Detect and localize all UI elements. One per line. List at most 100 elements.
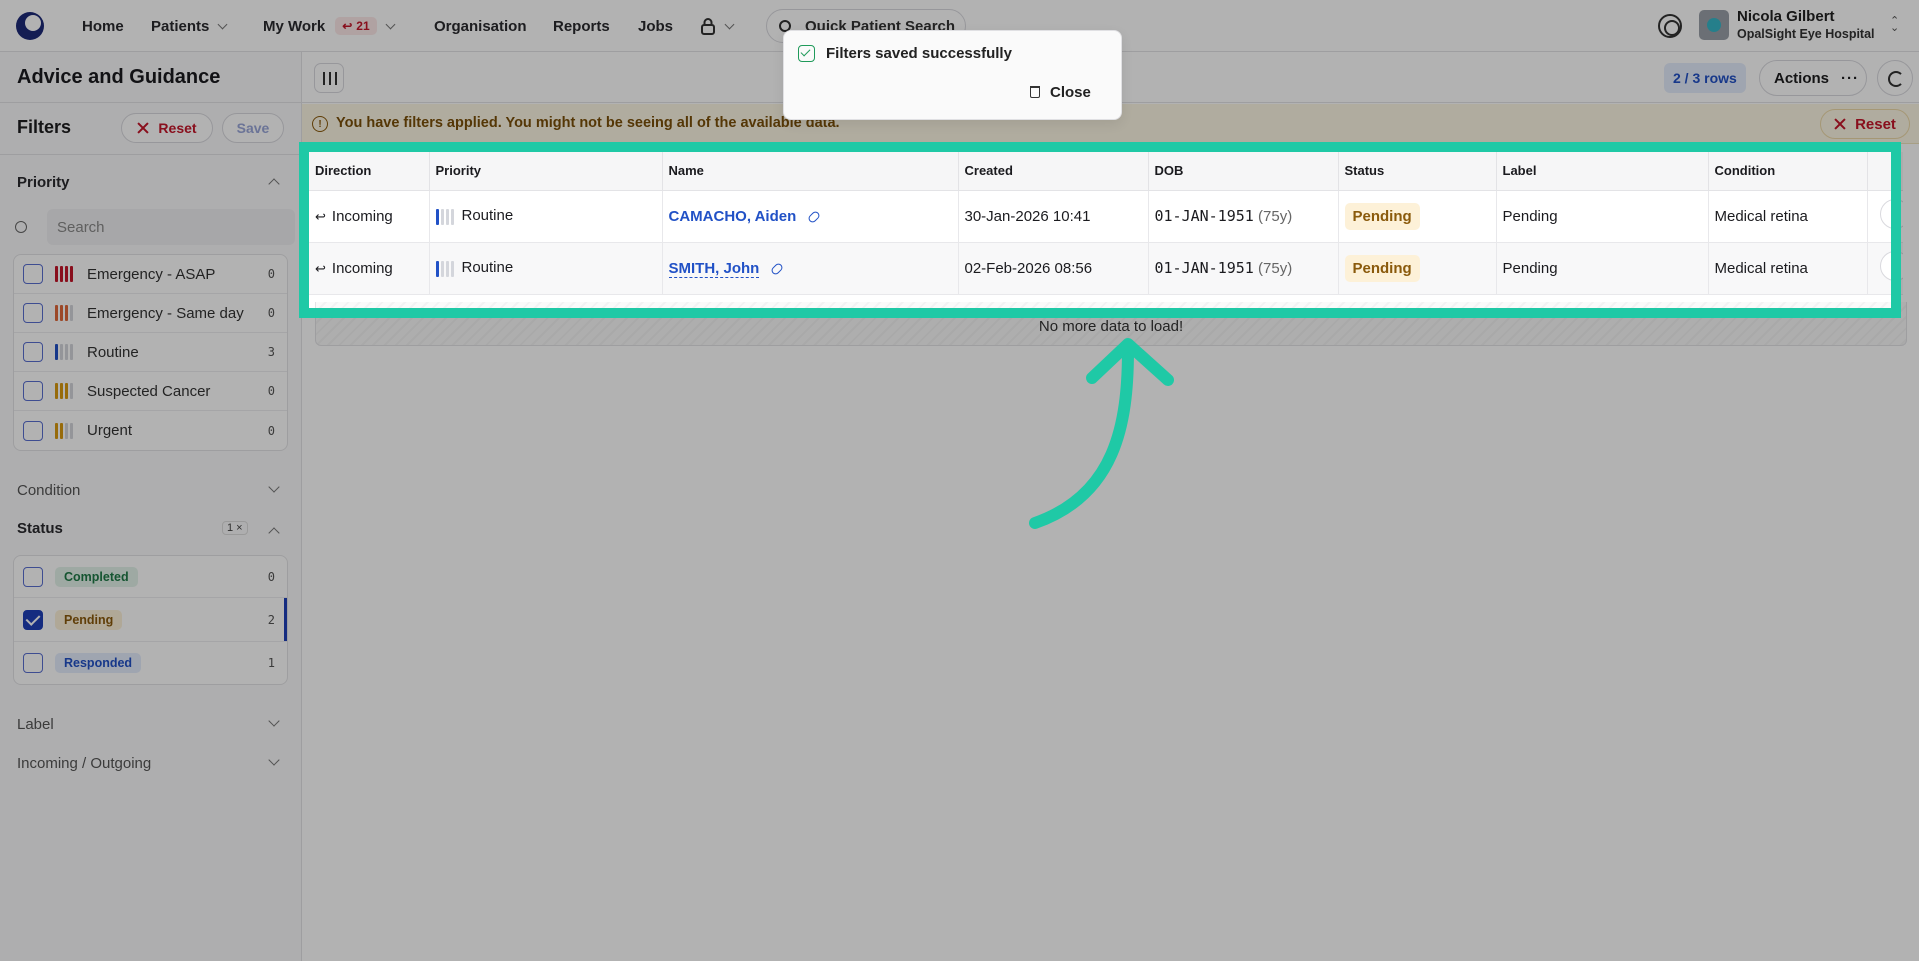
checkbox[interactable] — [23, 420, 43, 441]
row-action-button[interactable] — [1879, 199, 1903, 229]
nav-organisation[interactable]: Organisation — [434, 0, 527, 52]
checkbox[interactable] — [23, 264, 43, 284]
chevron-down-icon[interactable] — [268, 481, 280, 493]
success-toast: Filters saved successfully Close — [783, 30, 1122, 120]
incoming-arrow-icon: ↩ — [342, 19, 353, 33]
nav-my-work-label: My Work — [263, 17, 326, 35]
column-header-label[interactable]: Label — [1496, 152, 1709, 191]
warning-reset-button[interactable]: Reset — [1820, 109, 1910, 139]
filters-save-button[interactable]: Save — [222, 113, 284, 143]
dim-overlay — [1901, 142, 1919, 318]
label-section-title[interactable]: Label — [17, 716, 54, 733]
chevron-down-icon[interactable] — [268, 754, 280, 766]
divider — [0, 154, 302, 155]
cell-name: CAMACHO, Aiden — [662, 190, 959, 243]
link-icon[interactable] — [807, 209, 822, 224]
priority-bars-icon — [55, 305, 73, 321]
condition-section-title[interactable]: Condition — [17, 482, 80, 499]
user-organisation[interactable]: OpalSight Eye Hospital — [1737, 27, 1875, 41]
column-header-condition[interactable]: Condition — [1708, 152, 1868, 191]
priority-option-urgent[interactable]: Urgent 0 — [14, 411, 287, 450]
column-header-direction[interactable]: Direction — [309, 152, 430, 191]
chevron-up-icon[interactable] — [268, 527, 280, 539]
nav-patients[interactable]: Patients — [151, 0, 228, 52]
annotation-arrow-icon — [1029, 338, 1174, 529]
checkbox[interactable] — [23, 342, 43, 362]
nav-home[interactable]: Home — [82, 0, 124, 52]
chevron-down-icon[interactable] — [268, 715, 280, 727]
column-header-created[interactable]: Created — [958, 152, 1149, 191]
warning-text: You have filters applied. You might not … — [336, 115, 840, 131]
incoming-outgoing-section-title[interactable]: Incoming / Outgoing — [17, 755, 151, 772]
lock-menu-button[interactable] — [700, 0, 735, 52]
cell-label: Pending — [1496, 190, 1709, 243]
chevron-down-icon — [724, 19, 735, 29]
status-active-count-badge[interactable]: 1 × — [222, 521, 248, 535]
filters-reset-button[interactable]: Reset — [121, 113, 213, 143]
priority-option-routine[interactable]: Routine 3 — [14, 333, 287, 372]
status-badge: Pending — [1344, 202, 1420, 230]
link-icon[interactable] — [770, 261, 785, 276]
status-badge: Pending — [1344, 254, 1420, 282]
chevron-up-icon[interactable] — [268, 178, 280, 190]
row-action-button[interactable] — [1879, 251, 1903, 281]
trash-icon — [1030, 86, 1040, 98]
column-header-status[interactable]: Status — [1338, 152, 1497, 191]
priority-option-suspected-cancer[interactable]: Suspected Cancer 0 — [14, 372, 287, 411]
incoming-arrow-icon: ↩ — [315, 208, 326, 224]
nav-reports-label: Reports — [553, 17, 610, 35]
priority-bars-icon — [55, 266, 73, 282]
patient-name-link[interactable]: SMITH, John — [668, 259, 760, 278]
checkbox[interactable] — [23, 653, 43, 673]
status-section-title[interactable]: Status — [17, 520, 63, 537]
column-header-name[interactable]: Name — [662, 152, 959, 191]
priority-bars-icon — [55, 383, 73, 399]
column-settings-icon[interactable] — [314, 63, 344, 93]
checkbox[interactable] — [23, 381, 43, 401]
priority-bars-icon — [55, 422, 73, 439]
priority-search-input[interactable]: Search — [47, 209, 295, 245]
checkbox[interactable] — [23, 303, 43, 323]
priority-section-title[interactable]: Priority — [17, 174, 70, 191]
toast-message: Filters saved successfully — [826, 45, 1012, 62]
nav-reports[interactable]: Reports — [553, 0, 610, 52]
actions-button[interactable]: Actions ··· — [1759, 60, 1867, 96]
column-header-dob[interactable]: DOB — [1148, 152, 1339, 191]
status-option-pending[interactable]: Pending 2 — [14, 598, 287, 642]
avatar[interactable] — [1699, 10, 1729, 40]
nav-organisation-label: Organisation — [434, 17, 527, 35]
no-more-data-message: No more data to load! — [315, 302, 1907, 346]
filters-sidebar: Advice and Guidance Filters Reset Save P… — [0, 52, 302, 961]
cell-condition: Medical retina — [1708, 242, 1868, 295]
checkbox[interactable] — [23, 566, 43, 587]
cell-priority: Routine — [429, 190, 663, 243]
priority-option-emergency-same-day[interactable]: Emergency - Same day 0 — [14, 294, 287, 333]
results-table: Direction Priority Name Created DOB Stat… — [309, 152, 1903, 302]
status-option-completed[interactable]: Completed 0 — [14, 556, 287, 598]
nav-jobs-label: Jobs — [638, 17, 674, 35]
priority-option-emergency-asap[interactable]: Emergency - ASAP 0 — [14, 255, 287, 294]
help-icon[interactable] — [1658, 14, 1682, 38]
status-option-responded[interactable]: Responded 1 — [14, 642, 287, 684]
nav-jobs[interactable]: Jobs — [638, 0, 673, 52]
checkbox-checked[interactable] — [23, 609, 43, 630]
column-header-actions — [1867, 152, 1903, 191]
refresh-icon[interactable] — [1877, 60, 1913, 96]
nav-my-work[interactable]: My Work ↩ 21 — [263, 0, 396, 52]
patient-name-link[interactable]: CAMACHO, Aiden — [669, 208, 797, 225]
cell-created: 30-Jan-2026 10:41 — [958, 190, 1149, 243]
column-header-priority[interactable]: Priority — [429, 152, 663, 191]
table-row[interactable]: ↩ Incoming Routine SMITH, John 02-Feb-202… — [309, 242, 1903, 295]
chevron-up-down-icon[interactable]: ⌃ ⌄ — [1890, 16, 1899, 34]
app-logo-icon[interactable] — [16, 12, 44, 40]
toast-close-button[interactable]: Close — [1030, 78, 1091, 106]
table-row[interactable]: ↩ Incoming Routine CAMACHO, Aiden 30-Jan-… — [309, 190, 1903, 243]
user-name[interactable]: Nicola Gilbert — [1737, 8, 1835, 25]
priority-search[interactable]: Search — [0, 208, 302, 246]
cell-priority: Routine — [429, 242, 663, 295]
close-icon — [1834, 118, 1846, 130]
incoming-arrow-icon: ↩ — [315, 260, 326, 276]
cell-actions — [1867, 242, 1903, 295]
cell-label: Pending — [1496, 242, 1709, 295]
cell-actions — [1867, 190, 1903, 243]
